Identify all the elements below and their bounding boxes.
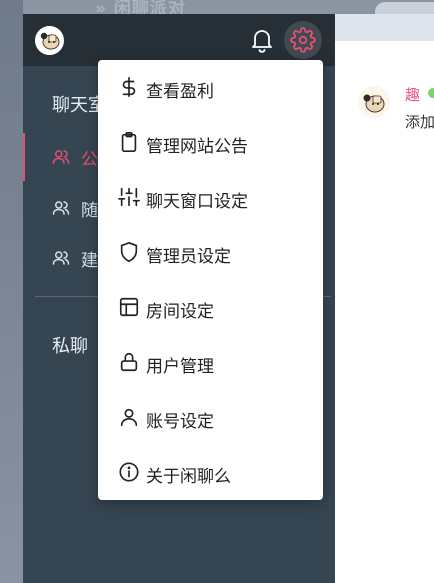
users-icon: [52, 199, 70, 221]
private-chat-title[interactable]: 私聊: [52, 332, 88, 358]
active-indicator: [23, 133, 25, 181]
lock-icon: [118, 351, 140, 373]
menu-item-announcement[interactable]: 管理网站公告: [98, 115, 323, 170]
hamster-avatar-icon[interactable]: [35, 26, 64, 55]
dollar-icon: [118, 76, 140, 98]
chat-panel: 趣 添加: [335, 14, 434, 583]
menu-item-admin[interactable]: 管理员设定: [98, 225, 323, 280]
room-label: 建: [81, 251, 98, 271]
menu-item-label: 用户管理: [146, 357, 214, 377]
info-icon: [118, 461, 140, 483]
gear-icon: [290, 27, 316, 53]
top-bar: [23, 14, 335, 66]
users-icon: [52, 148, 70, 170]
menu-item-label: 房间设定: [146, 302, 214, 322]
backdrop-header: » 闲聊派对: [23, 0, 434, 14]
settings-dropdown-menu: 查看盈利 管理网站公告 聊天窗口设定 管理员设定 房间设定 用户管理 账号设定 …: [98, 60, 323, 500]
menu-item-label: 管理员设定: [146, 247, 231, 267]
menu-item-profit[interactable]: 查看盈利: [98, 60, 323, 115]
menu-item-label: 查看盈利: [146, 82, 214, 102]
menu-item-user-management[interactable]: 用户管理: [98, 335, 323, 390]
menu-item-label: 管理网站公告: [146, 137, 248, 157]
menu-item-label: 关于闲聊么: [146, 467, 231, 487]
user-icon: [118, 406, 140, 428]
menu-item-about[interactable]: 关于闲聊么: [98, 445, 323, 500]
message-text: 添加: [405, 113, 434, 131]
backdrop-pill: [375, 2, 434, 14]
clipboard-icon: [118, 131, 140, 153]
sender-name[interactable]: 趣: [405, 84, 420, 105]
menu-item-room-settings[interactable]: 房间设定: [98, 280, 323, 335]
hamster-avatar-icon[interactable]: [358, 86, 390, 118]
settings-button[interactable]: [284, 21, 322, 59]
bell-icon[interactable]: [249, 26, 275, 54]
backdrop-left: [0, 0, 23, 583]
sliders-icon: [118, 186, 140, 208]
users-icon: [52, 249, 70, 271]
room-label: 公: [81, 150, 98, 170]
menu-item-account[interactable]: 账号设定: [98, 390, 323, 445]
menu-item-label: 聊天窗口设定: [146, 192, 248, 212]
room-label: 随: [81, 201, 98, 221]
menu-item-label: 账号设定: [146, 412, 214, 432]
menu-item-chat-window[interactable]: 聊天窗口设定: [98, 170, 323, 225]
shield-icon: [118, 241, 140, 263]
chat-header: [335, 14, 434, 41]
backdrop-title: » 闲聊派对: [95, 0, 186, 14]
online-dot: [428, 88, 434, 98]
layout-icon: [118, 296, 140, 318]
